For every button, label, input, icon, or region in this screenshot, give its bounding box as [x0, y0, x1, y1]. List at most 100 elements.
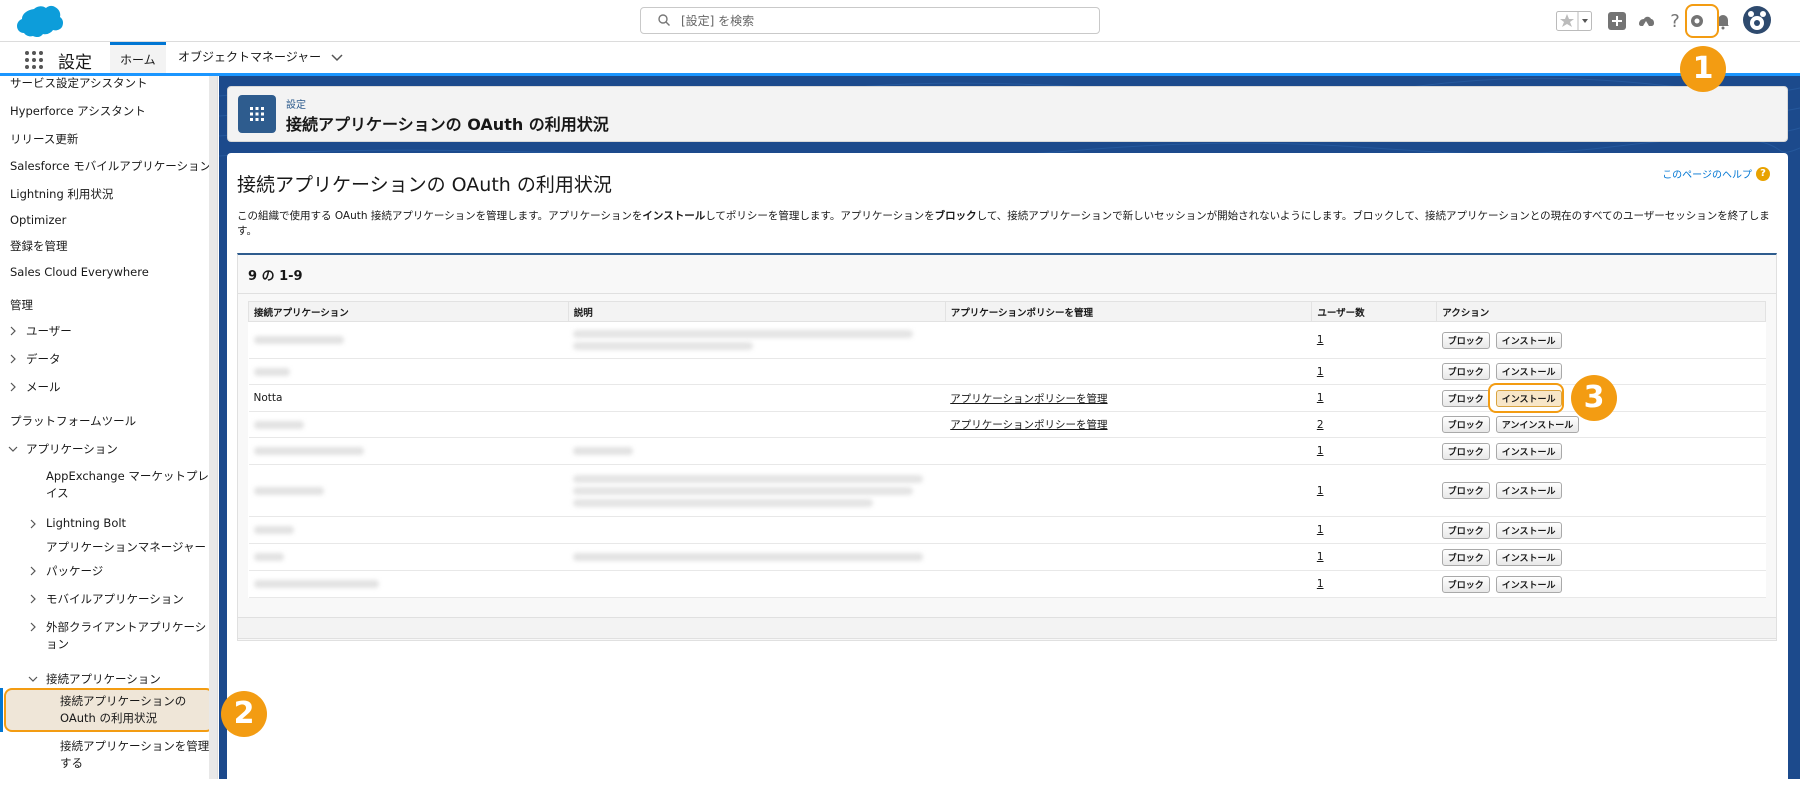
search-icon — [658, 14, 670, 26]
block-button[interactable]: ブロック — [1441, 416, 1490, 433]
install-button[interactable]: インストール — [1495, 331, 1562, 349]
search-input[interactable] — [681, 11, 1081, 30]
page-header: 設定 接続アプリケーションの OAuth の利用状況 — [227, 86, 1788, 142]
block-button[interactable]: ブロック — [1441, 482, 1490, 499]
chevron-right-icon[interactable] — [28, 519, 38, 529]
user-count-link[interactable]: 1 — [1317, 485, 1324, 497]
page-description: この組織で使用する OAuth 接続アプリケーションを管理します。アプリケーショ… — [237, 209, 1777, 239]
policy-link[interactable]: アプリケーションポリシーを管理 — [950, 393, 1107, 405]
sidebar-item-manage-connected-apps[interactable]: 接続アプリケーションを管理する — [60, 738, 210, 772]
user-count-link[interactable]: 1 — [1317, 366, 1324, 378]
connected-apps-table: 接続アプリケーション 説明 アプリケーションポリシーを管理 ユーザー数 アクショ… — [248, 301, 1766, 598]
redacted-text — [253, 580, 379, 588]
chevron-right-icon[interactable] — [28, 622, 38, 632]
sidebar-item-oauth-usage-label[interactable]: 接続アプリケーションの OAuth の利用状況 — [60, 693, 200, 727]
sidebar-item-lightning-bolt[interactable]: Lightning Bolt — [46, 516, 126, 530]
sidebar-item[interactable]: サービス設定アシスタント — [10, 76, 148, 91]
global-search[interactable] — [640, 7, 1100, 34]
chevron-right-icon[interactable] — [8, 382, 18, 392]
sidebar-item-appexchange[interactable]: AppExchange マーケットプレイス — [46, 468, 212, 502]
list-footer — [237, 617, 1777, 639]
sidebar-item-data[interactable]: データ — [26, 351, 61, 367]
list-count: 9 の 1-9 — [248, 269, 303, 284]
install-button[interactable]: インストール — [1495, 482, 1562, 499]
install-button[interactable]: インストール — [1495, 442, 1562, 460]
sidebar-item-apps[interactable]: アプリケーション — [26, 441, 118, 457]
sidebar-item[interactable]: 登録を管理 — [10, 238, 68, 254]
sidebar-item-email[interactable]: メール — [26, 379, 61, 395]
policy-link[interactable]: アプリケーションポリシーを管理 — [950, 419, 1107, 431]
chevron-down-icon[interactable] — [331, 53, 343, 62]
app-launcher-icon[interactable] — [24, 50, 44, 70]
user-count-link[interactable]: 1 — [1317, 524, 1324, 536]
tab-home[interactable]: ホーム — [110, 42, 166, 73]
chevron-right-icon[interactable] — [8, 326, 18, 336]
chevron-down-icon[interactable] — [8, 444, 18, 454]
column-header-users[interactable]: ユーザー数 — [1311, 301, 1438, 322]
tab-object-manager[interactable]: オブジェクトマネージャー — [168, 42, 353, 73]
user-count-link[interactable]: 1 — [1317, 551, 1324, 563]
user-count-link[interactable]: 1 — [1317, 445, 1324, 457]
avatar[interactable] — [1742, 5, 1772, 35]
users-cell: 1 — [1311, 321, 1437, 359]
block-button[interactable]: ブロック — [1441, 389, 1490, 407]
install-button[interactable]: インストール — [1495, 521, 1562, 539]
block-button[interactable]: ブロック — [1441, 442, 1490, 460]
user-count-link[interactable]: 1 — [1317, 334, 1324, 346]
help-link-label[interactable]: このページのヘルプ — [1662, 166, 1752, 181]
sidebar-item[interactable]: Sales Cloud Everywhere — [10, 265, 149, 279]
install-button[interactable]: インストール — [1495, 575, 1562, 593]
user-count-link[interactable]: 1 — [1317, 578, 1324, 590]
sidebar-item-connected-apps[interactable]: 接続アプリケーション — [46, 671, 161, 687]
breadcrumb[interactable]: 設定 — [286, 96, 306, 111]
favorites-star-icon[interactable] — [1556, 8, 1592, 34]
user-count-link[interactable]: 2 — [1317, 419, 1324, 431]
help-question-icon[interactable]: ? — [1756, 166, 1770, 181]
chevron-right-icon[interactable] — [28, 566, 38, 576]
sidebar-item-app-manager[interactable]: アプリケーションマネージャー — [46, 539, 206, 555]
block-button[interactable]: ブロック — [1441, 521, 1490, 539]
block-button[interactable]: ブロック — [1441, 548, 1490, 566]
policy-cell — [945, 543, 1312, 571]
column-header-description[interactable]: 説明 — [567, 301, 946, 322]
chevron-down-icon[interactable] — [28, 674, 38, 684]
salesforce-logo[interactable] — [12, 5, 66, 39]
install-button[interactable]: インストール — [1495, 548, 1562, 566]
description-cell — [568, 437, 946, 465]
column-header-app[interactable]: 接続アプリケーション — [248, 301, 569, 322]
sidebar-scrollbar[interactable] — [209, 76, 217, 779]
sidebar-item[interactable]: リリース更新 — [10, 131, 78, 147]
app-name-cell — [248, 358, 569, 385]
sidebar-item[interactable]: Hyperforce アシスタント — [10, 103, 146, 119]
app-name-cell — [248, 321, 569, 359]
sidebar-item-packages[interactable]: パッケージ — [46, 563, 103, 579]
column-header-policy[interactable]: アプリケーションポリシーを管理 — [944, 301, 1313, 322]
sidebar-item-external-client-apps[interactable]: 外部クライアントアプリケーション — [46, 619, 212, 653]
description-cell — [568, 321, 946, 359]
chevron-right-icon[interactable] — [8, 354, 18, 364]
user-count-link[interactable]: 1 — [1317, 392, 1324, 404]
sidebar-item[interactable]: Optimizer — [10, 213, 66, 227]
redacted-text — [573, 342, 754, 350]
app-nav-bar: 設定 ホーム オブジェクトマネージャー — [0, 42, 1800, 76]
chevron-right-icon[interactable] — [28, 594, 38, 604]
callout-badge-3: 3 — [1571, 375, 1617, 421]
block-button[interactable]: ブロック — [1441, 331, 1490, 349]
uninstall-button[interactable]: アンインストール — [1495, 416, 1580, 433]
block-button[interactable]: ブロック — [1441, 363, 1490, 380]
install-button[interactable]: インストール — [1495, 363, 1562, 380]
trailhead-icon[interactable] — [1633, 8, 1659, 34]
sidebar-item[interactable]: Lightning 利用状況 — [10, 186, 113, 202]
sidebar-item[interactable]: Salesforce モバイルアプリケーション — [10, 158, 211, 174]
sidebar-item-users[interactable]: ユーザー — [26, 323, 72, 339]
policy-cell — [945, 516, 1312, 544]
sidebar-item-mobile-apps[interactable]: モバイルアプリケーション — [46, 591, 184, 607]
block-button[interactable]: ブロック — [1441, 575, 1490, 593]
description-cell — [568, 516, 946, 544]
connected-apps-list: 9 の 1-9 接続アプリケーション 説明 アプリケーションポリシーを管理 ユー… — [237, 253, 1777, 641]
add-icon[interactable] — [1604, 8, 1630, 34]
app-name-cell — [248, 437, 569, 465]
help-link[interactable]: このページのヘルプ? — [1662, 166, 1770, 181]
policy-cell: アプリケーションポリシーを管理 — [945, 411, 1312, 438]
desc-part: してポリシーを管理します。アプリケーションを — [705, 210, 935, 222]
